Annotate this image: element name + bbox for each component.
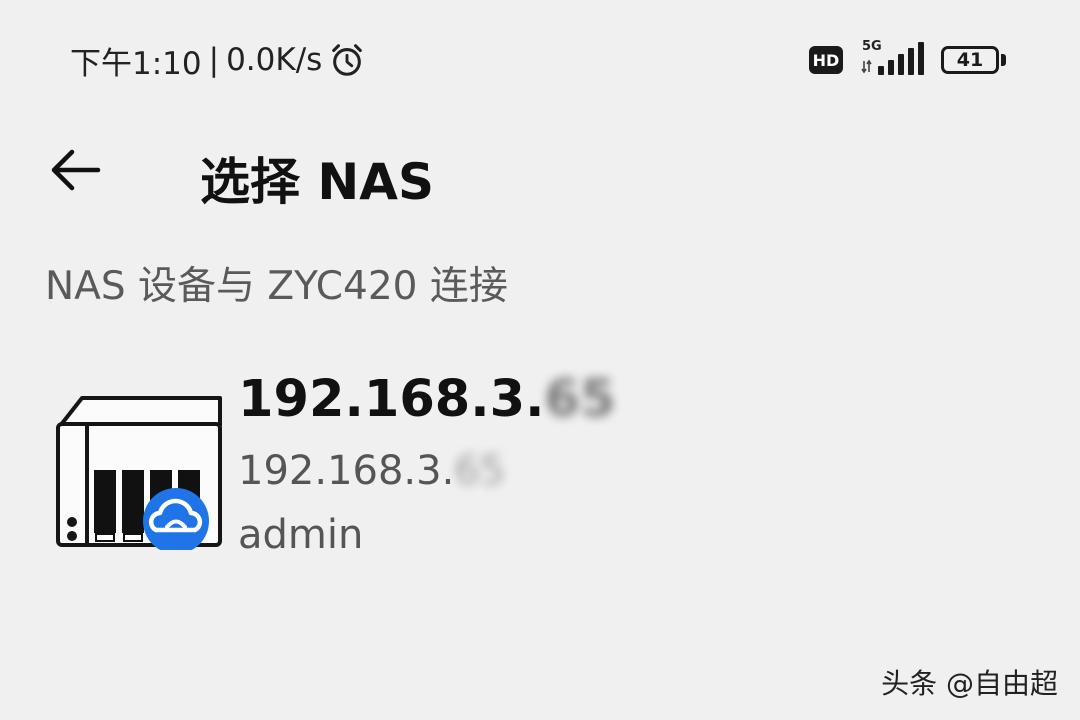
status-time: 下午1:10 xyxy=(70,45,202,82)
nas-ip-address: 192.168.3.65 xyxy=(238,448,505,494)
status-left: 下午1:10 | 0.0K/s xyxy=(70,38,366,82)
nas-username: admin xyxy=(238,512,364,558)
watermark: 头条 @自由超 xyxy=(881,667,1058,700)
network-type-label: 5G xyxy=(862,39,882,54)
page-title: 选择 NAS xyxy=(200,153,434,211)
status-bar: 下午1:10 | 0.0K/s HD 5G 41 xyxy=(0,0,1080,120)
section-label: NAS 设备与 ZYC420 连接 xyxy=(45,264,508,309)
signal-group: 5G xyxy=(859,39,927,80)
battery-icon: 41 xyxy=(941,46,999,74)
nas-ip-redacted: 65 xyxy=(454,448,506,494)
nas-name-redacted: 65 xyxy=(544,370,616,429)
battery-level: 41 xyxy=(956,49,984,71)
nas-device-name: 192.168.3.65 xyxy=(238,370,616,429)
nas-name-prefix: 192.168.3. xyxy=(238,370,545,429)
hd-icon: HD xyxy=(809,46,843,74)
status-separator: | xyxy=(208,42,220,78)
nas-device-icon xyxy=(56,396,222,550)
status-right: HD 5G 41 xyxy=(809,39,1006,80)
arrow-left-icon[interactable] xyxy=(46,142,106,198)
status-network-speed: 0.0K/s xyxy=(226,42,323,78)
battery-cap xyxy=(1001,54,1006,66)
nas-list-item[interactable]: 192.168.3.65 192.168.3.65 admin xyxy=(40,360,1040,570)
nas-ip-prefix: 192.168.3. xyxy=(238,448,455,494)
alarm-clock-icon xyxy=(332,44,363,76)
